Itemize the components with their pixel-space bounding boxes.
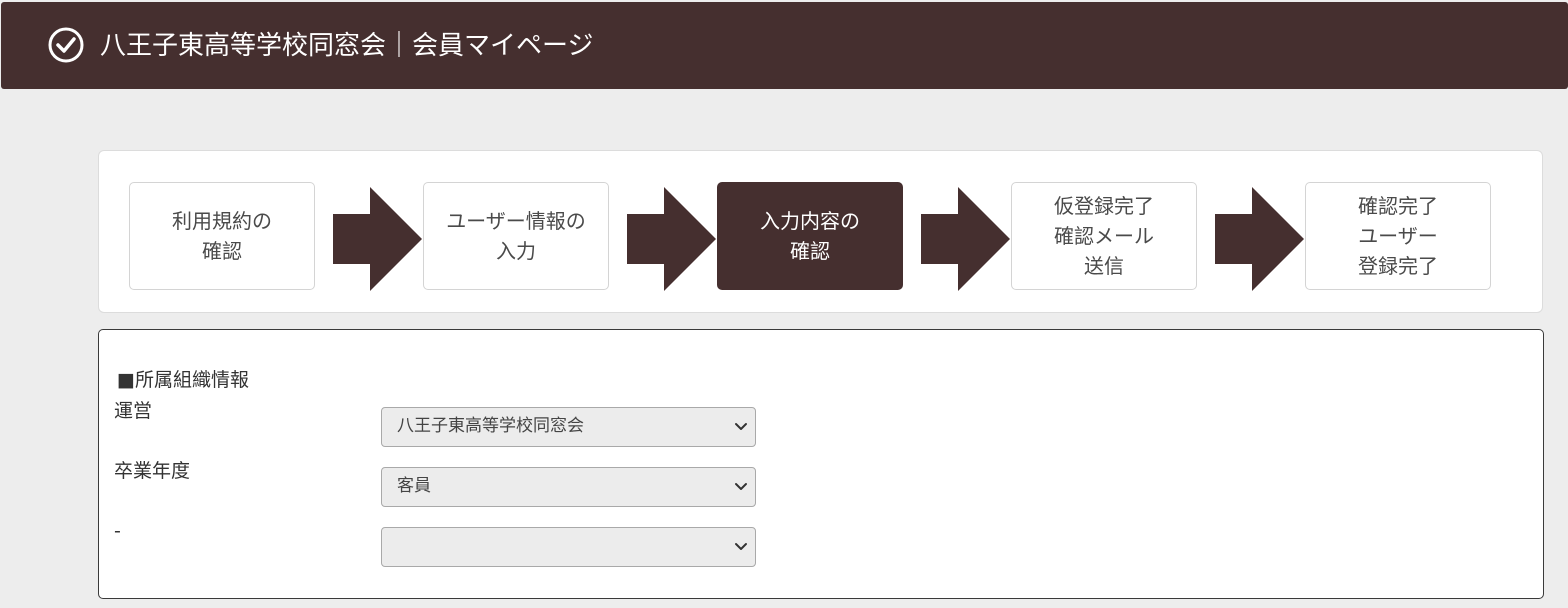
management-select[interactable]: 八王子東高等学校同窓会 xyxy=(381,407,756,447)
page-header: 八王子東高等学校同窓会｜会員マイページ xyxy=(1,2,1568,89)
step-confirm-input: 入力内容の 確認 xyxy=(717,182,903,290)
field-label-management: 運営 xyxy=(114,400,153,422)
step-registration-complete: 確認完了 ユーザー 登録完了 xyxy=(1305,182,1491,290)
arrow-right-icon xyxy=(627,187,716,291)
select-value: 八王子東高等学校同窓会 xyxy=(397,416,584,436)
step-label: 確認完了 ユーザー 登録完了 xyxy=(1358,194,1438,278)
field-label-dash: - xyxy=(114,520,121,542)
check-circle-icon xyxy=(48,27,84,63)
select-value: 客員 xyxy=(397,476,431,496)
step-label: 利用規約の 確認 xyxy=(172,209,272,263)
arrow-right-icon xyxy=(1215,187,1304,291)
step-label: ユーザー情報の 入力 xyxy=(446,209,586,263)
chevron-down-icon xyxy=(735,483,747,490)
chevron-down-icon xyxy=(735,543,747,550)
registration-steps: 利用規約の 確認 ユーザー情報の 入力 入力内容の 確認 仮登録完了 確認メール… xyxy=(98,150,1543,313)
step-user-info: ユーザー情報の 入力 xyxy=(423,182,609,290)
page-title: 八王子東高等学校同窓会｜会員マイページ xyxy=(100,31,594,61)
chevron-down-icon xyxy=(735,423,747,430)
arrow-right-icon xyxy=(333,187,422,291)
field-label-graduation-year: 卒業年度 xyxy=(114,460,191,482)
graduation-year-select[interactable]: 客員 xyxy=(381,467,756,507)
organization-form: ■所属組織情報 運営 八王子東高等学校同窓会 卒業年度 客員 - xyxy=(98,329,1544,599)
step-provisional-registration: 仮登録完了 確認メール 送信 xyxy=(1011,182,1197,290)
step-label: 入力内容の 確認 xyxy=(760,209,860,263)
step-terms: 利用規約の 確認 xyxy=(129,182,315,290)
section-title: ■所属組織情報 xyxy=(117,369,249,391)
arrow-right-icon xyxy=(921,187,1010,291)
step-label: 仮登録完了 確認メール 送信 xyxy=(1054,194,1154,278)
sub-organization-select[interactable] xyxy=(381,527,756,567)
